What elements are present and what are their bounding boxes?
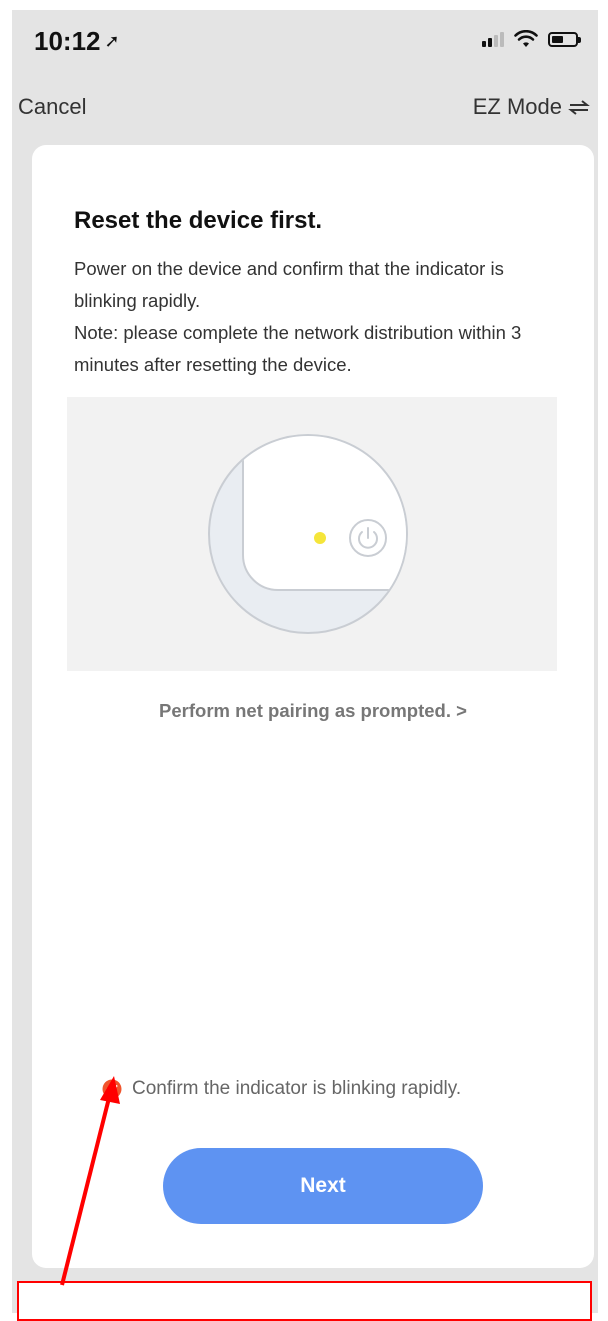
- status-icons: [482, 30, 581, 48]
- card-title: Reset the device first.: [74, 207, 323, 234]
- confirm-checkbox[interactable]: Confirm the indicator is blinking rapidl…: [102, 1078, 461, 1100]
- power-button-icon: [349, 519, 387, 557]
- switch-arrows-icon: [568, 100, 590, 115]
- zoom-circle: [208, 434, 408, 634]
- phone-screen: 10:12 ➚ Cancel EZ Mode Reset the device …: [12, 10, 598, 1313]
- status-bar: 10:12 ➚: [12, 10, 598, 72]
- note-text: Note: please complete the network distri…: [74, 322, 522, 375]
- status-time: 10:12 ➚: [34, 26, 120, 57]
- indicator-light-icon: [314, 532, 326, 544]
- device-corner: [242, 436, 406, 591]
- ez-mode-label: EZ Mode: [472, 94, 562, 119]
- device-illustration: [67, 397, 557, 671]
- annotation-callout-box: [17, 1281, 592, 1321]
- time-label: 10:12: [34, 26, 101, 56]
- checked-circle-icon: [102, 1079, 122, 1099]
- cellular-signal-icon: [482, 31, 504, 47]
- net-pairing-link[interactable]: Perform net pairing as prompted. >: [32, 700, 594, 722]
- location-arrow-icon: ➚: [104, 31, 120, 51]
- confirm-label: Confirm the indicator is blinking rapidl…: [132, 1078, 462, 1099]
- instruction-text: Power on the device and confirm that the…: [74, 258, 504, 311]
- cancel-button[interactable]: Cancel: [18, 94, 86, 120]
- card-description: Power on the device and confirm that the…: [74, 253, 554, 381]
- battery-icon: [548, 31, 581, 47]
- wifi-icon: [514, 30, 538, 47]
- next-button[interactable]: Next: [163, 1148, 483, 1224]
- reset-instructions-card: Reset the device first. Power on the dev…: [32, 145, 594, 1268]
- nav-bar: Cancel EZ Mode: [12, 72, 598, 148]
- ez-mode-button[interactable]: EZ Mode: [473, 94, 590, 120]
